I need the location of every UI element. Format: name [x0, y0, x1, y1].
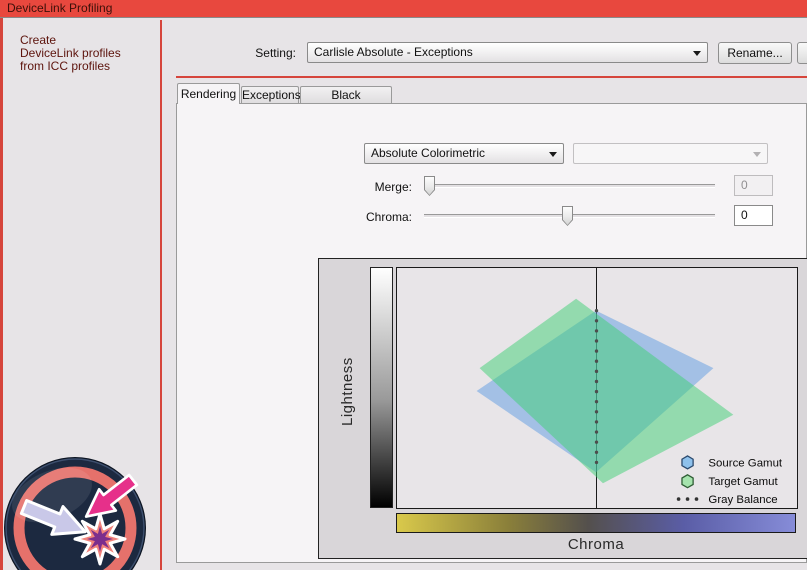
setting-selected-value: Carlisle Absolute - Exceptions [314, 45, 473, 59]
tab-exceptions[interactable]: Exceptions [241, 86, 299, 104]
merge-value-field: 0 [734, 175, 773, 196]
lightness-gradient-bar [370, 267, 393, 508]
svg-text:Target Gamut: Target Gamut [708, 476, 778, 488]
chroma-value-field[interactable]: 0 [734, 205, 773, 226]
svg-text:Source Gamut: Source Gamut [708, 457, 782, 469]
gamut-plot: Source Gamut Target Gamut Gray Balance [396, 267, 798, 509]
devicelink-profiling-window: DeviceLink Profiling Create DeviceLink p… [0, 0, 807, 570]
setting-label: Setting: [240, 46, 296, 60]
header-separator [176, 76, 807, 78]
chevron-down-icon [549, 152, 557, 157]
cutoff-button[interactable] [797, 42, 807, 64]
lightness-axis-label: Lightness [339, 304, 359, 479]
tab-black-generation[interactable]: Black Generation [300, 86, 392, 104]
merge-slider-track[interactable] [424, 184, 715, 188]
rendering-intent-value: Absolute Colorimetric [371, 146, 485, 160]
chroma-label: Chroma: [330, 210, 412, 224]
chevron-down-icon [693, 51, 701, 56]
secondary-select-disabled [573, 143, 768, 164]
chevron-down-icon [753, 152, 761, 157]
tab-rendering[interactable]: Rendering [177, 83, 240, 104]
starburst-icon [75, 514, 125, 564]
gamut-plot-svg: Source Gamut Target Gamut Gray Balance [397, 268, 797, 508]
setting-select[interactable]: Carlisle Absolute - Exceptions [307, 42, 708, 63]
title-bar: DeviceLink Profiling [0, 0, 807, 18]
chroma-gradient-bar [396, 513, 796, 533]
sidebar-line: from ICC profiles [20, 60, 121, 73]
sidebar-description: Create DeviceLink profiles from ICC prof… [20, 34, 121, 73]
sidebar-separator [160, 20, 162, 570]
gamut-chart-panel: Lightness Source Gamut Target Gamut Gray B… [318, 258, 807, 559]
app-logo-icon [0, 455, 150, 570]
rendering-intent-select[interactable]: Absolute Colorimetric [364, 143, 564, 164]
window-title: DeviceLink Profiling [7, 1, 112, 15]
rename-button[interactable]: Rename... [718, 42, 792, 64]
chroma-axis-label: Chroma [396, 536, 796, 553]
merge-label: Merge: [330, 180, 412, 194]
svg-text:Gray Balance: Gray Balance [708, 494, 777, 506]
